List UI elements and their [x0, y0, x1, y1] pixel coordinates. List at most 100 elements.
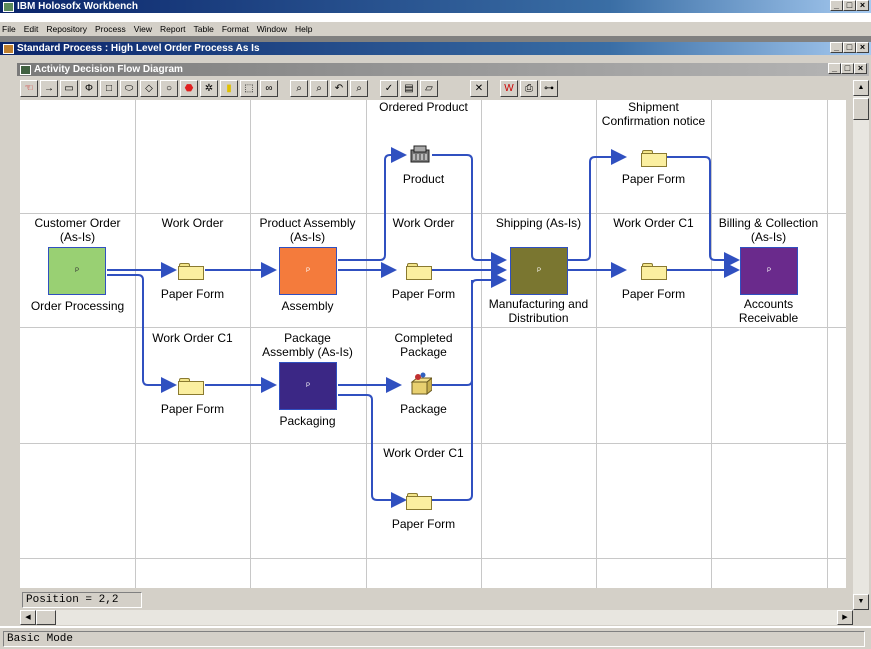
- vertical-scrollbar[interactable]: ▲ ▼: [853, 80, 869, 610]
- item-heading: Work Order: [392, 216, 455, 230]
- activity-name: Order Processing: [30, 299, 125, 313]
- menu-help[interactable]: Help: [295, 24, 312, 34]
- menu-window[interactable]: Window: [257, 24, 287, 34]
- stop-icon[interactable]: ⬣: [180, 80, 198, 97]
- item-name: Paper Form: [621, 172, 686, 186]
- menu-repository[interactable]: Repository: [46, 24, 87, 34]
- item-name: Product: [402, 172, 445, 186]
- activity-order-processing[interactable]: P: [48, 247, 106, 295]
- menu-format[interactable]: Format: [222, 24, 249, 34]
- menu-table[interactable]: Table: [194, 24, 214, 34]
- position-readout: Position = 2,2: [22, 592, 142, 608]
- menu-report[interactable]: Report: [160, 24, 186, 34]
- ruler-icon[interactable]: ▤: [400, 80, 418, 97]
- scroll-up-button[interactable]: ▲: [853, 80, 869, 96]
- activity-assembly[interactable]: P: [279, 247, 337, 295]
- paper-form-icon[interactable]: [178, 378, 204, 395]
- activity-heading: Billing & Collection (As-Is): [718, 216, 819, 244]
- activity-name: Accounts Receivable: [738, 297, 799, 325]
- diamond-icon[interactable]: ◇: [140, 80, 158, 97]
- item-heading: Ordered Product: [379, 100, 468, 114]
- print-icon[interactable]: ⎙: [520, 80, 538, 97]
- document-window-controls: _ □ ×: [830, 42, 869, 53]
- phi-icon[interactable]: Φ: [80, 80, 98, 97]
- menu-process[interactable]: Process: [95, 24, 126, 34]
- activity-packaging[interactable]: P: [279, 362, 337, 410]
- document-title: Standard Process : High Level Order Proc…: [17, 43, 260, 54]
- activity-heading: Product Assembly (As-Is): [259, 216, 356, 244]
- scroll-right-button[interactable]: ▶: [837, 610, 853, 625]
- app-title: IBM Holosofx Workbench: [17, 1, 138, 12]
- note-icon[interactable]: ▮: [220, 80, 238, 97]
- arrow-icon[interactable]: →: [40, 80, 58, 97]
- dotted-box-icon[interactable]: ⬚: [240, 80, 258, 97]
- paper-form-icon[interactable]: [641, 150, 667, 167]
- item-heading: Work Order C1: [152, 331, 233, 345]
- menu-bar: File Edit Repository Process View Report…: [0, 22, 871, 36]
- paper-form-icon[interactable]: [178, 263, 204, 280]
- oval-icon[interactable]: ⬭: [120, 80, 138, 97]
- maximize-button[interactable]: □: [843, 0, 856, 11]
- diagram-close-button[interactable]: ×: [854, 63, 867, 74]
- square-icon[interactable]: □: [100, 80, 118, 97]
- diagram-title: Activity Decision Flow Diagram: [34, 64, 183, 75]
- scroll-left-button[interactable]: ◀: [20, 610, 36, 625]
- export-icon[interactable]: W: [500, 80, 518, 97]
- diagram-window-controls: _ □ ×: [828, 63, 867, 74]
- activity-heading: Shipping (As-Is): [495, 216, 582, 230]
- item-heading: Work Order C1: [383, 446, 464, 460]
- activity-shipping[interactable]: P: [510, 247, 568, 295]
- binoculars-icon[interactable]: ⊶: [540, 80, 558, 97]
- search-icon[interactable]: ⌕: [350, 80, 368, 97]
- activity-heading: Customer Order (As-Is): [34, 216, 121, 244]
- doc-minimize-button[interactable]: _: [830, 42, 843, 53]
- zoom-out-icon[interactable]: ⌕: [310, 80, 328, 97]
- connector: [432, 280, 473, 501]
- link-icon[interactable]: ∞: [260, 80, 278, 97]
- fit-icon[interactable]: ✕: [470, 80, 488, 97]
- diagram-titlebar: Activity Decision Flow Diagram _ □ ×: [17, 63, 869, 76]
- item-heading: Completed Package: [394, 331, 453, 359]
- check-icon[interactable]: ✓: [380, 80, 398, 97]
- document-titlebar: Standard Process : High Level Order Proc…: [0, 42, 871, 55]
- menu-view[interactable]: View: [134, 24, 152, 34]
- activity-name: Manufacturing and Distribution: [488, 297, 589, 325]
- item-name: Paper Form: [391, 517, 456, 531]
- zoom-in-icon[interactable]: ⌕: [290, 80, 308, 97]
- horizontal-scrollbar[interactable]: ◀ ▶: [20, 610, 853, 625]
- diagram-canvas[interactable]: Customer Order (As-Is) P Order Processing…: [20, 100, 846, 588]
- folder-icon[interactable]: ▱: [420, 80, 438, 97]
- scroll-down-button[interactable]: ▼: [853, 594, 869, 610]
- status-bar: Basic Mode: [0, 628, 871, 649]
- item-name: Paper Form: [160, 287, 225, 301]
- item-name: Paper Form: [621, 287, 686, 301]
- doc-maximize-button[interactable]: □: [843, 42, 856, 53]
- item-heading: Work Order: [161, 216, 224, 230]
- diagram-minimize-button[interactable]: _: [828, 63, 841, 74]
- diagram-icon: [20, 64, 31, 75]
- scroll-thumb[interactable]: [853, 98, 869, 120]
- package-icon[interactable]: [408, 372, 434, 396]
- menu-edit[interactable]: Edit: [24, 24, 39, 34]
- gear-icon[interactable]: ✲: [200, 80, 218, 97]
- select-icon[interactable]: ☜: [20, 80, 38, 97]
- item-heading: Work Order C1: [613, 216, 694, 230]
- item-name: Paper Form: [391, 287, 456, 301]
- doc-close-button[interactable]: ×: [856, 42, 869, 53]
- paper-form-icon[interactable]: [406, 263, 432, 280]
- close-button[interactable]: ×: [856, 0, 869, 11]
- menu-file[interactable]: File: [2, 24, 16, 34]
- activity-heading: Package Assembly (As-Is): [262, 331, 353, 359]
- rectangle-icon[interactable]: ▭: [60, 80, 78, 97]
- circle-icon[interactable]: ○: [160, 80, 178, 97]
- activity-name: Assembly: [281, 299, 334, 313]
- activity-billing[interactable]: P: [740, 247, 798, 295]
- scroll-thumb-horizontal[interactable]: [36, 610, 56, 625]
- minimize-button[interactable]: _: [830, 0, 843, 11]
- undo-icon[interactable]: ↶: [330, 80, 348, 97]
- paper-form-icon[interactable]: [406, 493, 432, 510]
- paper-form-icon[interactable]: [641, 263, 667, 280]
- product-icon[interactable]: [408, 144, 432, 166]
- diagram-maximize-button[interactable]: □: [841, 63, 854, 74]
- item-name: Paper Form: [160, 402, 225, 416]
